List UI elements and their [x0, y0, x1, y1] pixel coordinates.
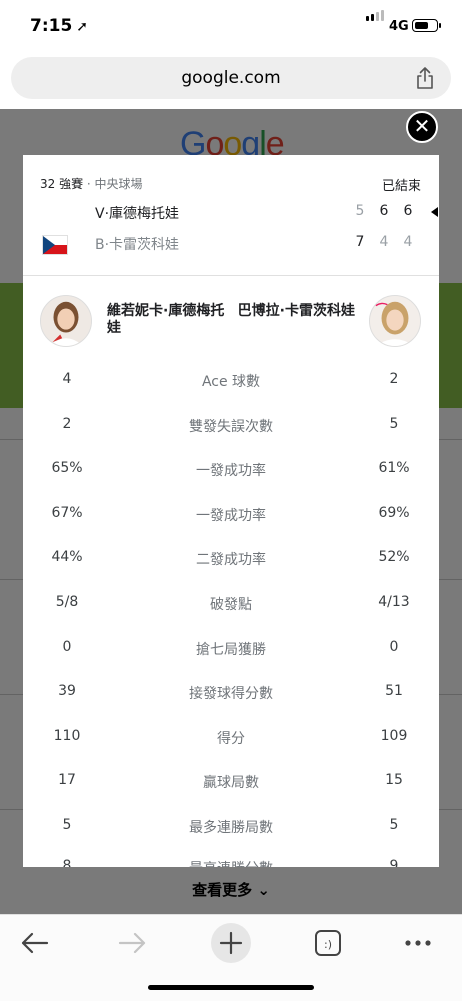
card-divider [23, 275, 439, 276]
new-tab-icon[interactable] [209, 921, 253, 965]
stat-right-value: 0 [389, 639, 399, 655]
stat-right-value: 15 [385, 772, 403, 788]
share-icon[interactable] [415, 66, 435, 90]
stat-row-points-won: 110 得分 109 [23, 728, 439, 752]
more-icon[interactable] [396, 921, 440, 965]
player-2-set-1: 7 [355, 234, 365, 250]
stat-row-max-games-streak: 5 最多連勝局數 5 [23, 817, 439, 841]
stat-label: 得分 [217, 731, 245, 747]
home-indicator [148, 985, 314, 990]
scoreboard-row-2: B·卡雷茨科娃 7 4 4 [23, 234, 439, 258]
stat-label: Ace 球數 [201, 374, 261, 390]
player-1-avatar[interactable] [40, 295, 92, 347]
stat-right-value: 61% [378, 460, 410, 476]
stat-left-value: 44% [51, 549, 83, 565]
stat-label: 最多連勝局數 [189, 820, 273, 836]
winner-arrow-icon [431, 207, 438, 217]
close-icon[interactable]: ✕ [406, 111, 438, 143]
stat-right-value: 5 [389, 416, 399, 432]
player-2-name: B·卡雷茨科娃 [95, 237, 180, 253]
stat-row-aces: 4 Ace 球數 2 [23, 371, 439, 395]
stat-left-value: 5/8 [55, 594, 79, 610]
player-1-set-2: 6 [379, 203, 389, 219]
status-bar: 7:15 ➚ 4G [0, 0, 462, 52]
stat-left-value: 4 [62, 371, 72, 387]
stat-row-return-points-won: 39 接發球得分數 51 [23, 683, 439, 707]
match-status: 已結束 [381, 179, 421, 194]
stat-left-value: 65% [51, 460, 83, 476]
status-time: 7:15 ➚ [30, 16, 88, 36]
stat-label: 搶七局獲勝 [196, 642, 266, 658]
stat-row-break-points: 5/8 破發點 4/13 [23, 594, 439, 618]
forward-icon[interactable] [110, 921, 154, 965]
url-text: google.com [181, 68, 281, 88]
stat-left-value: 2 [62, 416, 72, 432]
stat-left-value: 67% [51, 505, 83, 521]
player-2-set-3: 4 [403, 234, 413, 250]
stat-right-value: 52% [378, 549, 410, 565]
stat-row-tiebreaks-won: 0 搶七局獲勝 0 [23, 639, 439, 663]
stat-label: 破發點 [210, 597, 252, 613]
stat-row-double-faults: 2 雙發失誤次數 5 [23, 416, 439, 440]
stat-row-second-serve-won: 44% 二發成功率 52% [23, 549, 439, 573]
stat-label: 二發成功率 [196, 552, 266, 568]
player-1-full-name: 維若妮卡·庫德梅托娃 [107, 303, 225, 336]
stat-label: 一發成功率 [196, 463, 266, 479]
stat-label: 接發球得分數 [189, 686, 273, 702]
stat-right-value: 2 [389, 371, 399, 387]
stat-right-value: 5 [389, 817, 399, 833]
player-2-full-name: 巴博拉·卡雷茨科娃 [237, 303, 355, 319]
stat-label: 最高連勝分數 [131, 858, 331, 867]
scoreboard-row-1: V·庫德梅托娃 5 6 6 [23, 203, 439, 227]
stat-row-first-serve-in: 65% 一發成功率 61% [23, 460, 439, 484]
stat-left-value: 5 [62, 817, 72, 833]
player-2-avatar[interactable] [369, 295, 421, 347]
stat-left-value: 0 [62, 639, 72, 655]
stat-left-value: 110 [53, 728, 81, 744]
battery-icon [412, 19, 441, 32]
time-text: 7:15 [30, 16, 73, 36]
stat-label: 雙發失誤次數 [189, 419, 273, 435]
match-round: 32 強賽 · 中央球場 [40, 175, 143, 192]
stat-label: 一發成功率 [196, 508, 266, 524]
stat-right-value: 9 [389, 858, 399, 867]
stat-right-value: 109 [380, 728, 408, 744]
player-1-name: V·庫德梅托娃 [95, 206, 180, 222]
stat-right-value: 51 [385, 683, 403, 699]
stat-row-games-won: 17 贏球局數 15 [23, 772, 439, 796]
see-more-link[interactable]: 查看更多 ⌄ [0, 879, 462, 900]
stat-right-value: 69% [378, 505, 410, 521]
round-label: 32 強賽 [40, 177, 84, 191]
address-bar[interactable]: google.com [11, 57, 451, 99]
match-stats-card: 32 強賽 · 中央球場 已結束 V·庫德梅托娃 5 6 6 B·卡雷茨科娃 7… [23, 155, 439, 867]
player-2-set-2: 4 [379, 234, 389, 250]
venue-label: · 中央球場 [86, 177, 143, 191]
svg-text::): :) [324, 938, 332, 951]
stat-left-value: 17 [58, 772, 76, 788]
stat-right-value: 4/13 [378, 594, 410, 610]
player-1-set-3: 6 [403, 203, 413, 219]
czech-flag-icon [42, 235, 68, 255]
location-arrow-icon: ➚ [76, 19, 89, 35]
stat-row-first-serve-won: 67% 一發成功率 69% [23, 505, 439, 529]
stat-label: 贏球局數 [203, 775, 259, 791]
tabs-icon[interactable]: :) [306, 921, 350, 965]
stat-left-value: 39 [58, 683, 76, 699]
network-type: 4G [389, 19, 409, 34]
stat-left-value: 8 [62, 858, 72, 867]
stat-row-max-points-streak: 8 最高連勝分數 9 [23, 858, 439, 867]
back-icon[interactable] [13, 921, 57, 965]
player-1-set-1: 5 [355, 203, 365, 219]
